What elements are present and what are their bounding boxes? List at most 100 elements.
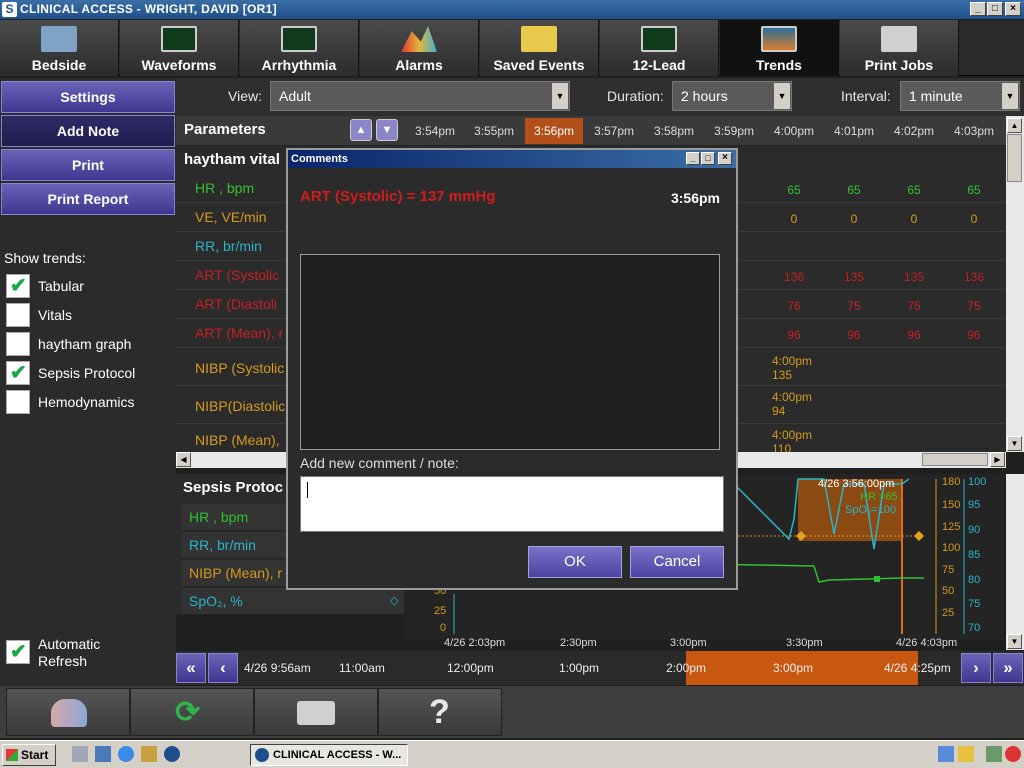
quick-launch-icon[interactable] — [72, 746, 88, 762]
duration-label: Duration: — [607, 88, 664, 104]
hr-marker — [874, 576, 880, 582]
maximize-button[interactable]: □ — [987, 2, 1003, 16]
graph-vertical-scrollbar[interactable]: ▼ — [1006, 474, 1024, 650]
chevron-down-icon[interactable]: ▼ — [1002, 83, 1018, 109]
print-setup-button[interactable] — [254, 688, 378, 736]
checkbox[interactable] — [6, 303, 30, 327]
alert-tray-icon[interactable] — [1005, 746, 1021, 762]
alarms-icon — [401, 26, 437, 52]
checkbox[interactable] — [6, 390, 30, 414]
chevron-right-icon[interactable]: ▶ — [990, 452, 1005, 467]
close-button[interactable]: × — [718, 152, 732, 165]
internet-explorer-icon[interactable] — [118, 746, 134, 762]
chevron-down-icon[interactable]: ▼ — [1007, 436, 1022, 451]
check-icon: ✔ — [10, 275, 27, 297]
ok-button[interactable]: OK — [528, 546, 622, 578]
cancel-button[interactable]: Cancel — [630, 546, 724, 578]
scroll-down-button[interactable]: ▼ — [376, 119, 398, 141]
tab-print-jobs[interactable]: Print Jobs — [840, 20, 959, 76]
trend-checkbox-tabular[interactable]: ✔ Tabular — [6, 274, 174, 300]
checkbox[interactable]: ✔ — [6, 274, 30, 298]
note-input[interactable] — [300, 476, 724, 532]
scroll-up-button[interactable]: ▲ — [350, 119, 372, 141]
refresh-button[interactable]: ⟳ — [130, 688, 254, 736]
window-title: CLINICAL ACCESS - WRIGHT, DAVID [OR1] — [20, 2, 277, 16]
time-column: 3:55pm — [473, 124, 515, 138]
auto-refresh-checkbox[interactable]: ✔ Automatic Refresh — [6, 636, 174, 678]
tab-alarms[interactable]: Alarms — [360, 20, 479, 76]
trend-checkbox-vitals[interactable]: Vitals — [6, 303, 174, 329]
maximize-button[interactable]: □ — [701, 152, 715, 165]
dialog-title-bar: Comments _ □ × — [288, 150, 736, 168]
filter-toolbar: View: Adult ▼ Duration: 2 hours ▼ Interval… — [176, 78, 1024, 116]
print-button[interactable]: Print — [1, 149, 175, 181]
patients-button[interactable] — [6, 688, 130, 736]
chevron-down-icon[interactable]: ▼ — [1007, 634, 1022, 649]
help-button[interactable]: ? — [378, 688, 502, 736]
tab-12-lead[interactable]: 12-Lead — [600, 20, 719, 76]
time-column: 3:58pm — [653, 124, 695, 138]
security-tray-icon[interactable] — [958, 746, 974, 762]
step-back-button[interactable]: ‹ — [208, 653, 238, 683]
chevron-down-icon[interactable]: ▼ — [552, 83, 568, 109]
skip-forward-button[interactable]: » — [993, 653, 1023, 683]
minimize-button[interactable]: _ — [686, 152, 700, 165]
nibp-marker — [914, 531, 924, 541]
12-lead-icon — [641, 26, 677, 52]
close-button[interactable]: × — [1005, 2, 1021, 16]
comments-list[interactable] — [300, 254, 720, 450]
duration-select[interactable]: 2 hours ▼ — [672, 81, 792, 111]
app-launch-icon[interactable] — [141, 746, 157, 762]
start-button[interactable]: Start — [2, 744, 56, 766]
taskbar-window-button[interactable]: CLINICAL ACCESS - W... — [250, 744, 408, 766]
printer-icon — [881, 26, 917, 52]
scroll-thumb[interactable] — [922, 453, 988, 466]
saved-events-icon — [521, 26, 557, 52]
chevron-left-icon[interactable]: ◀ — [176, 452, 191, 467]
tab-trends[interactable]: Trends — [720, 20, 839, 76]
time-column: 3:54pm — [414, 124, 456, 138]
list-item: SpO₂, % ◇ — [182, 588, 404, 615]
checkbox[interactable]: ✔ — [6, 361, 30, 385]
time-column: 3:57pm — [593, 124, 635, 138]
minimize-button[interactable]: _ — [970, 2, 986, 16]
step-forward-button[interactable]: › — [961, 653, 991, 683]
people-icon — [51, 699, 87, 727]
window-title-bar: S CLINICAL ACCESS - WRIGHT, DAVID [OR1] … — [0, 0, 1024, 19]
tab-saved-events[interactable]: Saved Events — [480, 20, 599, 76]
bottom-toolbar: ⟳ ? — [0, 686, 1024, 738]
chevron-down-icon[interactable]: ▼ — [774, 83, 790, 109]
timeline-bar: « ‹ 4/26 9:56am 11:00am 12:00pm 1:00pm 2… — [176, 651, 1024, 685]
trends-icon — [761, 26, 797, 52]
clinical-access-icon — [255, 748, 269, 762]
network-tray-icon[interactable] — [938, 746, 954, 762]
tooltip-hr: HR =65 — [860, 491, 898, 503]
show-desktop-icon[interactable] — [95, 746, 111, 762]
time-column: 4:00pm — [773, 124, 815, 138]
clinical-access-icon[interactable] — [164, 746, 180, 762]
tab-arrhythmia[interactable]: Arrhythmia — [240, 20, 359, 76]
param-vertical-scrollbar[interactable]: ▲ ▼ — [1006, 116, 1024, 452]
trend-checkbox-sepsis-protocol[interactable]: ✔ Sepsis Protocol — [6, 361, 174, 387]
print-report-button[interactable]: Print Report — [1, 183, 175, 215]
checkbox[interactable]: ✔ — [6, 640, 30, 664]
trend-checkbox-haytham-graph[interactable]: haytham graph — [6, 332, 174, 358]
chevron-up-icon[interactable]: ▲ — [1007, 118, 1022, 133]
time-column-selected[interactable]: 3:56pm — [525, 118, 583, 144]
skip-back-button[interactable]: « — [176, 653, 206, 683]
monitor-tray-icon[interactable] — [986, 746, 1002, 762]
comments-dialog: Comments _ □ × ART (Systolic) = 137 mmHg… — [286, 148, 738, 590]
trend-checkbox-hemodynamics[interactable]: Hemodynamics — [6, 390, 174, 416]
time-column: 4:02pm — [893, 124, 935, 138]
view-select[interactable]: Adult ▼ — [270, 81, 570, 111]
check-icon: ✔ — [10, 641, 27, 663]
tab-bedside[interactable]: Bedside — [0, 20, 119, 76]
settings-button[interactable]: Settings — [1, 81, 175, 113]
scroll-thumb[interactable] — [1007, 134, 1022, 182]
add-note-button[interactable]: Add Note — [1, 115, 175, 147]
checkbox[interactable] — [6, 332, 30, 356]
interval-select[interactable]: 1 minute ▼ — [900, 81, 1020, 111]
text-cursor — [307, 482, 308, 499]
tab-waveforms[interactable]: Waveforms — [120, 20, 239, 76]
time-column: 4:01pm — [833, 124, 875, 138]
